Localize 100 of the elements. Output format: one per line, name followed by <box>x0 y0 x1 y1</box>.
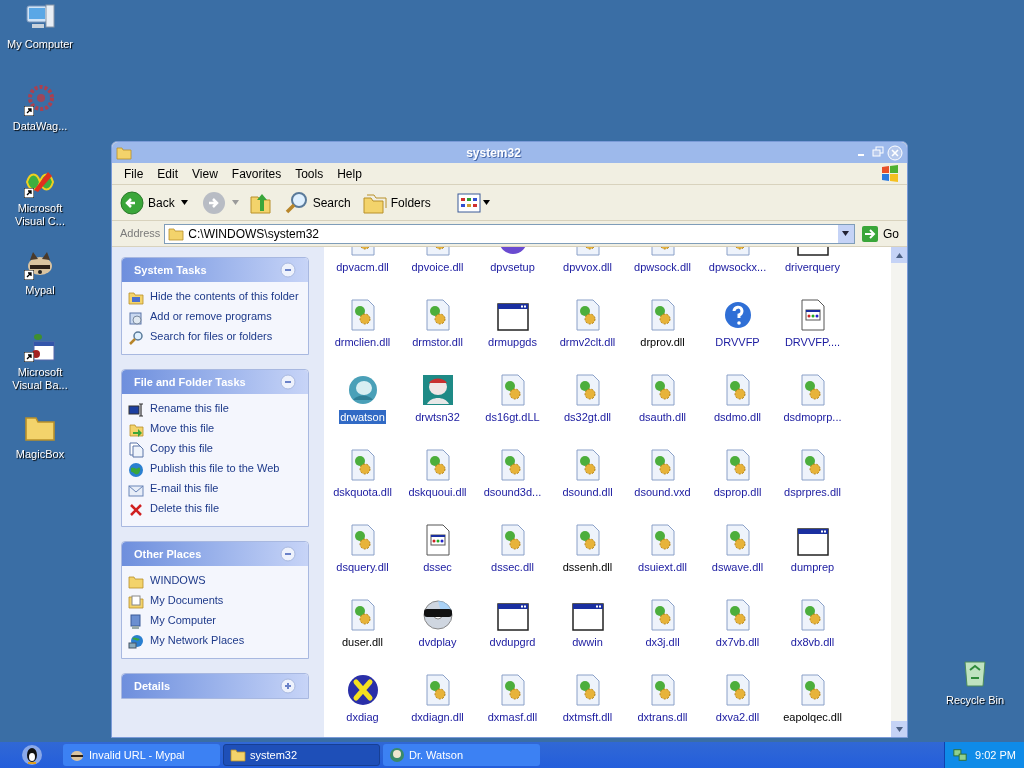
menu-item[interactable]: Edit <box>151 164 185 183</box>
scroll-down-button[interactable] <box>891 721 907 737</box>
file-name[interactable]: dsound.vxd <box>633 485 692 499</box>
task-link[interactable]: My Network Places <box>150 634 245 647</box>
desktop-icon-label[interactable]: MagicBox <box>2 448 78 461</box>
close-icon[interactable] <box>887 144 903 161</box>
taskbar-button[interactable]: Invalid URL - Mypal <box>63 744 220 766</box>
file-name[interactable]: dx3j.dll <box>644 635 681 649</box>
task-link[interactable]: Publish this file to the Web <box>150 462 280 475</box>
collapse-icon[interactable] <box>280 546 296 562</box>
task-link[interactable]: WINDOWS <box>150 574 206 587</box>
task-link[interactable]: E-mail this file <box>150 482 219 495</box>
file-name[interactable]: dssenh.dll <box>561 560 614 574</box>
file-name[interactable]: dskquota.dll <box>332 485 393 499</box>
file-name[interactable]: dsound3d... <box>482 485 543 499</box>
file-name[interactable]: dxdiag <box>345 710 380 724</box>
file-name[interactable]: DRVVFP.... <box>783 335 842 349</box>
desktop-icon-label[interactable]: Mypal <box>2 284 78 297</box>
file-name[interactable]: dssec.dll <box>490 560 535 574</box>
file-name[interactable]: dsauth.dll <box>637 410 688 424</box>
file-name[interactable]: drmclien.dll <box>333 335 392 349</box>
file-name[interactable]: dsprpres.dll <box>783 485 842 499</box>
file-name[interactable]: dsprop.dll <box>712 485 763 499</box>
file-name[interactable]: dwwin <box>571 635 604 649</box>
menu-item[interactable]: Favorites <box>225 164 288 183</box>
file-name[interactable]: dx7vb.dll <box>714 635 761 649</box>
dropdown-caret-icon[interactable] <box>842 231 850 236</box>
menu-item[interactable]: Help <box>331 164 368 183</box>
file-name[interactable]: drprov.dll <box>639 335 686 349</box>
file-name[interactable]: dxtmsft.dll <box>561 710 614 724</box>
taskbar-button[interactable]: system32 <box>223 744 380 766</box>
file-name[interactable]: ds32gt.dll <box>562 410 613 424</box>
desktop-icon-label[interactable]: My Computer <box>2 38 78 51</box>
file-name[interactable]: dsuiext.dll <box>637 560 688 574</box>
task-link[interactable]: Copy this file <box>150 442 213 455</box>
file-name[interactable]: dskquoui.dll <box>407 485 468 499</box>
up-arrow-icon[interactable] <box>895 252 903 258</box>
file-name[interactable]: dumprep <box>789 560 836 574</box>
desktop-icon-label[interactable]: DataWag... <box>2 120 78 133</box>
file-name[interactable]: dxva2.dll <box>714 710 761 724</box>
file-name[interactable]: drmv2clt.dll <box>558 335 617 349</box>
file-name[interactable]: drmupgds <box>487 335 538 349</box>
task-link[interactable]: My Documents <box>150 594 224 607</box>
desktop-icon-label[interactable]: Recycle Bin <box>945 694 1005 707</box>
file-name[interactable]: dsquery.dll <box>335 560 390 574</box>
file-name[interactable]: dpvoice.dll <box>410 260 465 274</box>
collapse-icon[interactable] <box>280 262 296 278</box>
file-name[interactable]: drwatson <box>339 410 386 424</box>
search-button[interactable]: Search <box>284 190 351 215</box>
file-name[interactable]: eapolqec.dll <box>782 710 843 724</box>
network-tray-icon[interactable] <box>953 747 968 763</box>
desktop-icon-label[interactable]: Microsoft Visual Ba... <box>2 366 78 392</box>
task-link[interactable]: Rename this file <box>150 402 229 415</box>
file-name[interactable]: dsdmoprp... <box>782 410 843 424</box>
desktop-icon-label[interactable]: Microsoft Visual C... <box>2 202 78 228</box>
down-arrow-icon[interactable] <box>895 726 903 732</box>
scroll-up-button[interactable] <box>891 247 907 263</box>
file-name[interactable]: dpvvox.dll <box>562 260 613 274</box>
file-name[interactable]: duser.dll <box>341 635 384 649</box>
file-name[interactable]: dsound.dll <box>561 485 614 499</box>
dropdown-button[interactable] <box>838 224 854 243</box>
file-name[interactable]: dsdmo.dll <box>712 410 763 424</box>
file-name[interactable]: dpwsock.dll <box>633 260 692 274</box>
menu-item[interactable]: Tools <box>289 164 330 183</box>
back-button[interactable]: Back <box>120 190 175 215</box>
menu-item[interactable]: File <box>118 164 150 183</box>
restore-icon[interactable] <box>871 144 885 159</box>
file-name[interactable]: dssec <box>422 560 453 574</box>
go-button[interactable]: Go <box>859 224 899 243</box>
file-name[interactable]: driverquery <box>784 260 841 274</box>
task-link[interactable]: Move this file <box>150 422 215 435</box>
file-name[interactable]: dpvsetup <box>489 260 536 274</box>
file-name[interactable]: ds16gt.dLL <box>484 410 541 424</box>
folders-button[interactable]: Folders <box>362 191 431 214</box>
file-name[interactable]: drmstor.dll <box>411 335 464 349</box>
scrollbar[interactable] <box>891 247 907 737</box>
taskbar-button[interactable]: Dr. Watson <box>383 744 540 766</box>
dropdown-caret-icon[interactable] <box>482 200 490 205</box>
file-name[interactable]: dxtrans.dll <box>636 710 689 724</box>
task-link[interactable]: Delete this file <box>150 502 220 515</box>
file-name[interactable]: drwtsn32 <box>414 410 461 424</box>
address-field[interactable]: C:\WINDOWS\system32 <box>164 223 855 244</box>
file-name[interactable]: DRVVFP <box>714 335 761 349</box>
file-name[interactable]: dpvacm.dll <box>335 260 390 274</box>
file-name[interactable]: dxdiagn.dll <box>410 710 465 724</box>
task-link[interactable]: Add or remove programs <box>150 310 272 323</box>
task-link[interactable]: Search for files or folders <box>150 330 273 343</box>
expand-icon[interactable] <box>280 678 296 694</box>
file-name[interactable]: dvdplay <box>417 635 458 649</box>
collapse-icon[interactable] <box>280 374 296 390</box>
file-name[interactable]: dx8vb.dll <box>789 635 836 649</box>
views-button[interactable] <box>456 192 490 213</box>
menu-item[interactable]: View <box>186 164 224 183</box>
task-link[interactable]: Hide the contents of this folder <box>150 290 299 303</box>
file-name[interactable]: dxmasf.dll <box>486 710 539 724</box>
task-link[interactable]: My Computer <box>150 614 217 627</box>
file-name[interactable]: dvdupgrd <box>488 635 537 649</box>
file-name[interactable]: dswave.dll <box>710 560 765 574</box>
dropdown-caret-icon[interactable] <box>180 200 188 205</box>
file-name[interactable]: dpwsockx... <box>707 260 768 274</box>
